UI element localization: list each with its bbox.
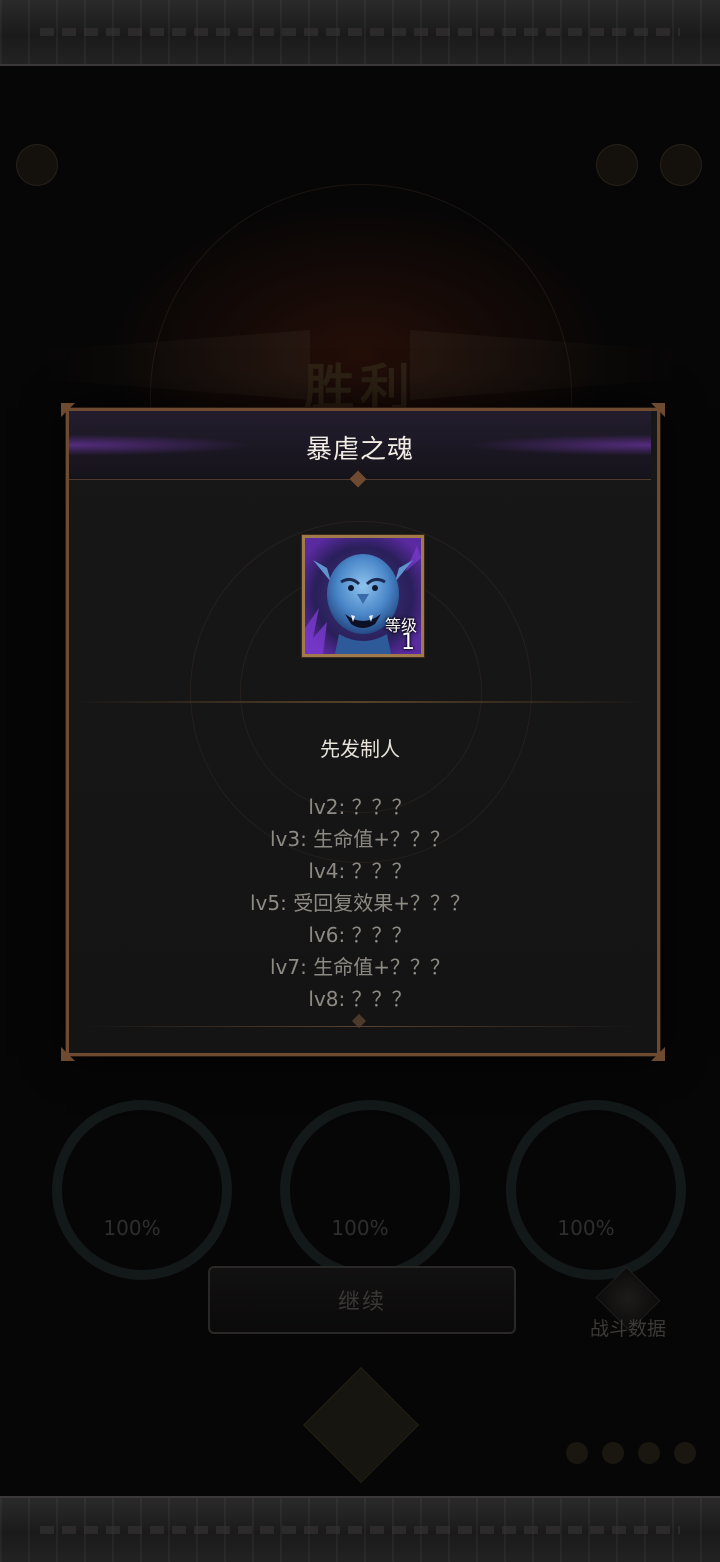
continue-button[interactable]: 继续 (208, 1266, 516, 1334)
battle-stats-label[interactable]: 战斗数据 (578, 1314, 678, 1341)
level-entry: lv6: ？？？ (308, 923, 412, 947)
dialog-header: 暴虐之魂 (69, 411, 651, 480)
bottom-emblem (303, 1367, 419, 1483)
level-list: lv2: ？？？ lv3: 生命值+？？？ lv4: ？？？ lv5: 受回复效… (69, 791, 651, 1015)
item-level-value: 1 (401, 630, 415, 655)
level-entry: lv8: ？？？ (308, 987, 412, 1011)
level-entry: lv2: ？？？ (308, 795, 412, 819)
hero-slot-1-percent: 100% (103, 1216, 161, 1240)
dot (674, 1442, 696, 1464)
dot (638, 1442, 660, 1464)
level-entry: lv7: 生命值+？？？ (270, 955, 450, 979)
hero-slot-3 (506, 1100, 686, 1280)
level-entry: lv3: 生命值+？？？ (270, 827, 450, 851)
hero-slot-1 (52, 1100, 232, 1280)
hero-slot-2 (280, 1100, 460, 1280)
bottom-frame (0, 1496, 720, 1562)
settings-button[interactable] (596, 144, 638, 186)
menu-button[interactable] (660, 144, 702, 186)
skill-name: 先发制人 (320, 737, 400, 761)
speed-button[interactable] (16, 144, 58, 186)
section-divider (69, 701, 651, 703)
item-card: 等级 1 (302, 535, 424, 657)
corner-ornament (651, 1047, 665, 1061)
top-frame (0, 0, 720, 66)
hero-slot-3-percent: 100% (557, 1216, 615, 1240)
dialog-title: 暴虐之魂 (305, 435, 414, 465)
dot (602, 1442, 624, 1464)
level-entry: lv4: ？？？ (308, 859, 412, 883)
dot (566, 1442, 588, 1464)
level-entry: lv5: 受回复效果+？？？ (250, 891, 470, 915)
hero-slot-2-percent: 100% (331, 1216, 389, 1240)
page-dots (566, 1442, 696, 1464)
item-detail-dialog: 暴虐之魂 等级 1 先发制人 lv2: ？？？ lv3: 生命值+？？？ lv4… (61, 403, 665, 1061)
